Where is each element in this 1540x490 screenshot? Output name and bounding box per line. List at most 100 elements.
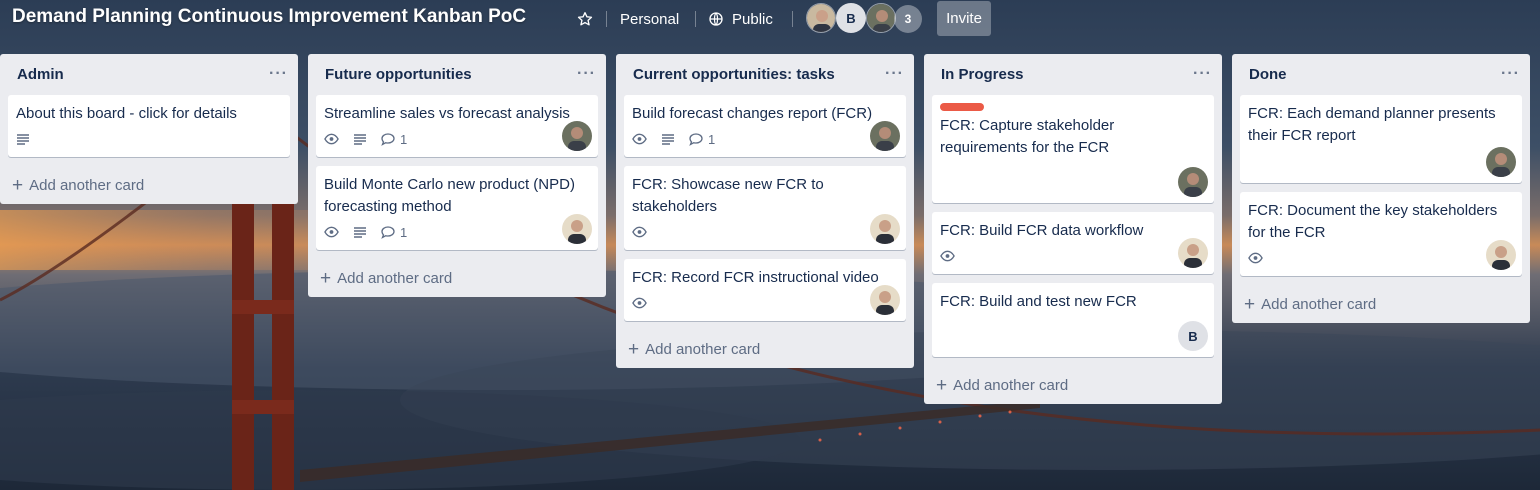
member-avatar[interactable] [806, 3, 836, 33]
list-title[interactable]: Current opportunities: tasks [633, 66, 835, 83]
comment-count: 1 [708, 131, 716, 147]
list-menu-icon[interactable]: ··· [885, 66, 904, 82]
card-member-avatar[interactable] [562, 214, 592, 244]
card-badges [632, 291, 898, 315]
add-card-button[interactable]: + Add another card [616, 330, 914, 368]
list-menu-icon[interactable]: ··· [1501, 66, 1520, 82]
list-menu-icon[interactable]: ··· [269, 66, 288, 82]
add-card-button[interactable]: + Add another card [924, 366, 1222, 404]
description-icon [661, 132, 675, 146]
comment-count: 1 [400, 224, 408, 240]
add-card-label: Add another card [645, 340, 761, 358]
card-badges: 1 [324, 220, 590, 244]
list-header: In Progress ··· [924, 54, 1222, 94]
card[interactable]: Build Monte Carlo new product (NPD) fore… [316, 166, 598, 250]
member-avatar-initial[interactable]: B [836, 3, 866, 33]
description-icon [353, 132, 367, 146]
person-photo-icon [1178, 167, 1208, 197]
plus-icon: + [628, 338, 640, 360]
card-title: FCR: Build and test new FCR [940, 293, 1137, 310]
eye-icon [940, 250, 955, 262]
team-visibility-label: Personal [620, 10, 680, 28]
list-menu-icon[interactable]: ··· [577, 66, 596, 82]
card-member-avatar-initial[interactable]: B [1178, 321, 1208, 351]
card[interactable]: FCR: Showcase new FCR to stakeholders [624, 166, 906, 250]
card-title: FCR: Capture stakeholder requirements fo… [940, 117, 1115, 156]
list-title[interactable]: Future opportunities [325, 66, 472, 83]
card[interactable]: FCR: Build and test new FCR B [932, 283, 1214, 357]
card-member-avatar[interactable] [1486, 147, 1516, 177]
card-member-avatar[interactable] [870, 214, 900, 244]
list-title[interactable]: Admin [17, 66, 64, 83]
card-title: About this board - click for details [16, 105, 237, 122]
card[interactable]: FCR: Build FCR data workflow [932, 212, 1214, 274]
list-header: Admin ··· [0, 54, 298, 94]
comment-icon [689, 132, 703, 146]
card-member-avatar[interactable] [562, 121, 592, 151]
board-header: Demand Planning Continuous Improvement K… [0, 0, 1540, 38]
card-title: Streamline sales vs forecast analysis [324, 105, 570, 122]
person-photo-icon [562, 121, 592, 151]
card-member-avatar[interactable] [1178, 238, 1208, 268]
card-badges [1248, 246, 1514, 270]
person-photo-icon [807, 4, 835, 32]
list-admin: Admin ··· About this board - click for d… [0, 54, 298, 204]
add-card-label: Add another card [29, 176, 145, 194]
card[interactable]: Build forecast changes report (FCR) 1 [624, 95, 906, 157]
card-member-avatar[interactable] [1486, 240, 1516, 270]
list-menu-icon[interactable]: ··· [1193, 66, 1212, 82]
visibility-button[interactable]: Public [708, 5, 773, 33]
plus-icon: + [12, 174, 24, 196]
team-visibility-button[interactable]: Personal [620, 5, 679, 33]
eye-icon [632, 226, 647, 238]
add-card-label: Add another card [953, 376, 1069, 394]
eye-icon [1248, 252, 1263, 264]
header-divider [695, 11, 696, 27]
description-icon [16, 132, 30, 146]
person-photo-icon [870, 121, 900, 151]
card-badges [16, 127, 282, 151]
card[interactable]: FCR: Capture stakeholder requirements fo… [932, 95, 1214, 203]
plus-icon: + [320, 267, 332, 289]
comment-icon [381, 132, 395, 146]
header-divider [606, 11, 607, 27]
comment-icon [381, 225, 395, 239]
add-card-button[interactable]: + Add another card [308, 259, 606, 297]
eye-icon [324, 133, 339, 145]
card-label-red[interactable] [940, 103, 984, 111]
card[interactable]: Streamline sales vs forecast analysis 1 [316, 95, 598, 157]
card[interactable]: About this board - click for details [8, 95, 290, 157]
eye-icon [632, 133, 647, 145]
card-badges: 1 [632, 127, 898, 151]
card-title: FCR: Record FCR instructional video [632, 269, 879, 286]
invite-button[interactable]: Invite [937, 1, 991, 36]
star-button[interactable] [574, 5, 596, 33]
board-title[interactable]: Demand Planning Continuous Improvement K… [12, 6, 526, 28]
eye-icon [632, 297, 647, 309]
plus-icon: + [936, 374, 948, 396]
more-members-count[interactable]: 3 [894, 5, 922, 33]
star-icon [577, 12, 593, 26]
add-card-label: Add another card [1261, 295, 1377, 313]
card-badges: 1 [324, 127, 590, 151]
eye-icon [324, 226, 339, 238]
list-title[interactable]: Done [1249, 66, 1287, 83]
list-title[interactable]: In Progress [941, 66, 1024, 83]
person-photo-icon [870, 214, 900, 244]
add-card-button[interactable]: + Add another card [0, 166, 298, 204]
member-avatar[interactable] [866, 3, 896, 33]
card[interactable]: FCR: Document the key stakeholders for t… [1240, 192, 1522, 276]
card-member-avatar[interactable] [1178, 167, 1208, 197]
card[interactable]: FCR: Each demand planner presents their … [1240, 95, 1522, 183]
card-member-avatar[interactable] [870, 285, 900, 315]
card-member-avatar[interactable] [870, 121, 900, 151]
globe-icon [709, 12, 723, 26]
visibility-label: Public [732, 10, 773, 28]
add-card-label: Add another card [337, 269, 453, 287]
list-future-opportunities: Future opportunities ··· Streamline sale… [308, 54, 606, 297]
card[interactable]: FCR: Record FCR instructional video [624, 259, 906, 321]
add-card-button[interactable]: + Add another card [1232, 285, 1530, 323]
person-photo-icon [1486, 240, 1516, 270]
description-icon [353, 225, 367, 239]
comment-badge: 1 [689, 132, 715, 147]
